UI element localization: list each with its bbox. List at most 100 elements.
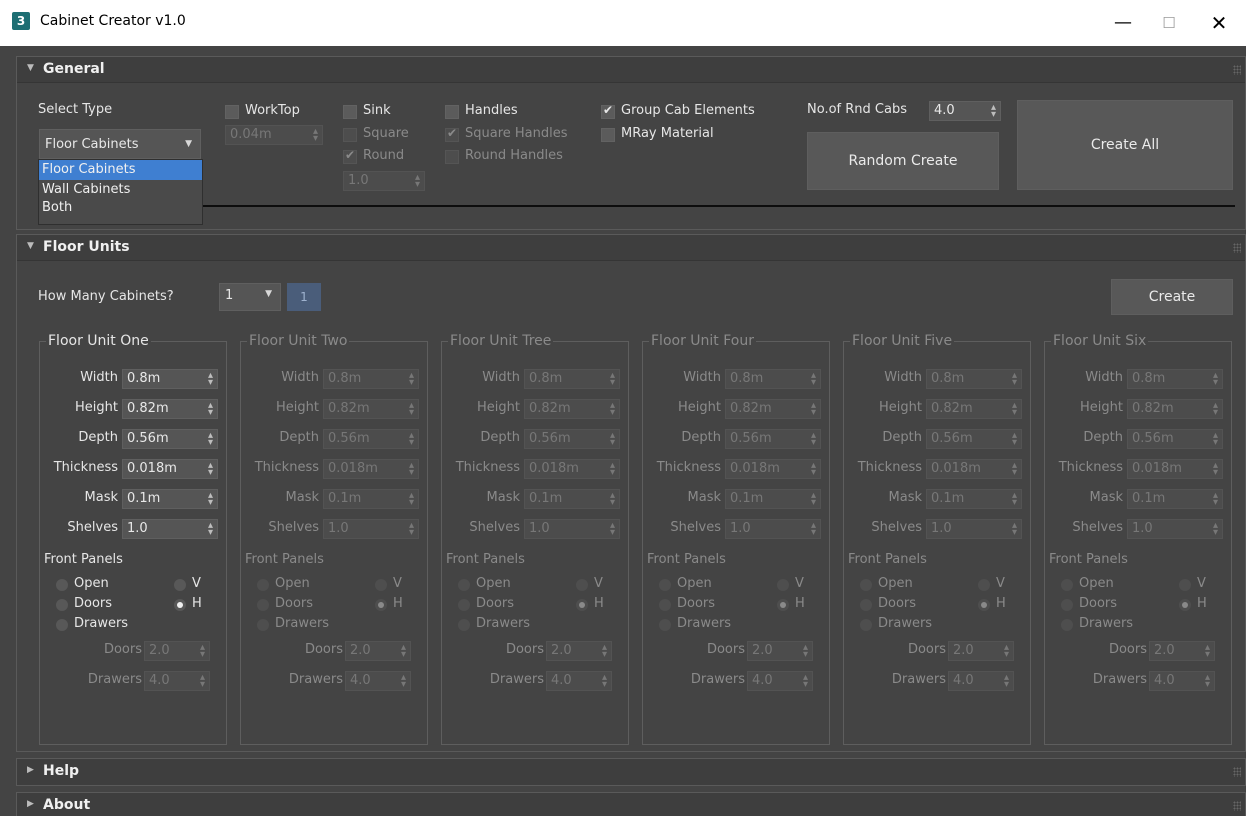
- shelves-spinner[interactable]: 1.0 ▴ ▾: [1127, 519, 1223, 539]
- select-type-dropdown[interactable]: Floor Cabinets ▼: [39, 129, 201, 159]
- square-handles-checkbox[interactable]: ✔: [445, 126, 459, 142]
- radio-v[interactable]: [1179, 579, 1191, 591]
- doors-count-spinner[interactable]: 2.0 ▴ ▾: [144, 641, 210, 661]
- general-rollout-header[interactable]: ▼ General: [17, 57, 1245, 83]
- radio-doors[interactable]: [257, 599, 269, 611]
- radio-open[interactable]: [860, 579, 872, 591]
- drawers-count-spinner[interactable]: 4.0 ▴ ▾: [948, 671, 1014, 691]
- mask-spinner[interactable]: 0.1m ▴ ▾: [524, 489, 620, 509]
- height-spinner[interactable]: 0.82m ▴ ▾: [524, 399, 620, 419]
- thickness-spinner[interactable]: 0.018m ▴ ▾: [524, 459, 620, 479]
- radio-drawers[interactable]: [257, 619, 269, 631]
- width-spinner[interactable]: 0.8m ▴ ▾: [725, 369, 821, 389]
- radio-h[interactable]: [375, 599, 387, 611]
- width-spinner[interactable]: 0.8m ▴ ▾: [323, 369, 419, 389]
- doors-count-spinner[interactable]: 2.0 ▴ ▾: [948, 641, 1014, 661]
- drawers-count-spinner[interactable]: 4.0 ▴ ▾: [1149, 671, 1215, 691]
- doors-count-spinner[interactable]: 2.0 ▴ ▾: [747, 641, 813, 661]
- height-spinner[interactable]: 0.82m ▴ ▾: [1127, 399, 1223, 419]
- height-spinner[interactable]: 0.82m ▴ ▾: [122, 399, 218, 419]
- drawers-count-spinner[interactable]: 4.0 ▴ ▾: [345, 671, 411, 691]
- thickness-spinner[interactable]: 0.018m ▴ ▾: [725, 459, 821, 479]
- sink-round-checkbox[interactable]: ✔: [343, 148, 357, 164]
- thickness-spinner[interactable]: 0.018m ▴ ▾: [1127, 459, 1223, 479]
- radio-doors[interactable]: [56, 599, 68, 611]
- width-spinner[interactable]: 0.8m ▴ ▾: [524, 369, 620, 389]
- shelves-spinner[interactable]: 1.0 ▴ ▾: [524, 519, 620, 539]
- radio-h[interactable]: [576, 599, 588, 611]
- thickness-spinner[interactable]: 0.018m ▴ ▾: [323, 459, 419, 479]
- shelves-spinner[interactable]: 1.0 ▴ ▾: [122, 519, 218, 539]
- thickness-spinner[interactable]: 0.018m ▴ ▾: [926, 459, 1022, 479]
- floor-units-rollout-header[interactable]: ▼ Floor Units: [17, 235, 1245, 261]
- radio-drawers[interactable]: [1061, 619, 1073, 631]
- width-spinner[interactable]: 0.8m ▴ ▾: [122, 369, 218, 389]
- radio-open[interactable]: [257, 579, 269, 591]
- radio-h[interactable]: [777, 599, 789, 611]
- create-all-button[interactable]: Create All: [1017, 100, 1233, 190]
- mask-spinner[interactable]: 0.1m ▴ ▾: [725, 489, 821, 509]
- sink-square-checkbox[interactable]: [343, 128, 357, 142]
- round-handles-checkbox[interactable]: [445, 150, 459, 164]
- height-spinner[interactable]: 0.82m ▴ ▾: [926, 399, 1022, 419]
- sink-checkbox[interactable]: [343, 105, 357, 119]
- radio-v[interactable]: [978, 579, 990, 591]
- shelves-spinner[interactable]: 1.0 ▴ ▾: [323, 519, 419, 539]
- radio-doors[interactable]: [1061, 599, 1073, 611]
- worktop-checkbox[interactable]: [225, 105, 239, 119]
- doors-count-spinner[interactable]: 2.0 ▴ ▾: [1149, 641, 1215, 661]
- depth-spinner[interactable]: 0.56m ▴ ▾: [1127, 429, 1223, 449]
- group-cab-checkbox[interactable]: ✔: [601, 103, 615, 119]
- radio-drawers[interactable]: [458, 619, 470, 631]
- radio-open[interactable]: [659, 579, 671, 591]
- rnd-cabs-spinner[interactable]: 4.0 ▴ ▾: [929, 101, 1001, 121]
- option-both[interactable]: Both: [39, 199, 202, 218]
- shelves-spinner[interactable]: 1.0 ▴ ▾: [926, 519, 1022, 539]
- doors-count-spinner[interactable]: 2.0 ▴ ▾: [546, 641, 612, 661]
- handles-checkbox[interactable]: [445, 105, 459, 119]
- drawers-count-spinner[interactable]: 4.0 ▴ ▾: [747, 671, 813, 691]
- radio-v[interactable]: [174, 579, 186, 591]
- mask-spinner[interactable]: 0.1m ▴ ▾: [122, 489, 218, 509]
- option-floor-cabinets[interactable]: Floor Cabinets: [39, 160, 202, 180]
- shelves-spinner[interactable]: 1.0 ▴ ▾: [725, 519, 821, 539]
- depth-spinner[interactable]: 0.56m ▴ ▾: [323, 429, 419, 449]
- radio-v[interactable]: [375, 579, 387, 591]
- mask-spinner[interactable]: 0.1m ▴ ▾: [926, 489, 1022, 509]
- radio-open[interactable]: [56, 579, 68, 591]
- radio-drawers[interactable]: [56, 619, 68, 631]
- radio-v[interactable]: [576, 579, 588, 591]
- drawers-count-spinner[interactable]: 4.0 ▴ ▾: [144, 671, 210, 691]
- thickness-spinner[interactable]: 0.018m ▴ ▾: [122, 459, 218, 479]
- radio-open[interactable]: [1061, 579, 1073, 591]
- create-button[interactable]: Create: [1111, 279, 1233, 315]
- width-spinner[interactable]: 0.8m ▴ ▾: [926, 369, 1022, 389]
- radio-doors[interactable]: [458, 599, 470, 611]
- worktop-spinner[interactable]: 0.04m ▴ ▾: [225, 125, 323, 145]
- radio-doors[interactable]: [659, 599, 671, 611]
- radio-h[interactable]: [1179, 599, 1191, 611]
- maximize-button[interactable]: ☐: [1146, 0, 1192, 46]
- minimize-button[interactable]: —: [1100, 0, 1146, 46]
- mask-spinner[interactable]: 0.1m ▴ ▾: [1127, 489, 1223, 509]
- depth-spinner[interactable]: 0.56m ▴ ▾: [122, 429, 218, 449]
- height-spinner[interactable]: 0.82m ▴ ▾: [323, 399, 419, 419]
- radio-drawers[interactable]: [659, 619, 671, 631]
- radio-v[interactable]: [777, 579, 789, 591]
- drawers-count-spinner[interactable]: 4.0 ▴ ▾: [546, 671, 612, 691]
- about-rollout-header[interactable]: ▶ About: [17, 793, 1245, 816]
- select-type-options[interactable]: Floor Cabinets Wall Cabinets Both: [38, 159, 203, 225]
- depth-spinner[interactable]: 0.56m ▴ ▾: [725, 429, 821, 449]
- height-spinner[interactable]: 0.82m ▴ ▾: [725, 399, 821, 419]
- depth-spinner[interactable]: 0.56m ▴ ▾: [524, 429, 620, 449]
- radio-open[interactable]: [458, 579, 470, 591]
- close-button[interactable]: ✕: [1196, 0, 1242, 46]
- random-create-button[interactable]: Random Create: [807, 132, 999, 190]
- help-rollout-header[interactable]: ▶ Help: [17, 759, 1245, 785]
- mask-spinner[interactable]: 0.1m ▴ ▾: [323, 489, 419, 509]
- radio-drawers[interactable]: [860, 619, 872, 631]
- doors-count-spinner[interactable]: 2.0 ▴ ▾: [345, 641, 411, 661]
- how-many-dropdown[interactable]: 1 ▼: [219, 283, 281, 311]
- radio-h[interactable]: [174, 599, 186, 611]
- sink-spinner[interactable]: 1.0 ▴ ▾: [343, 171, 425, 191]
